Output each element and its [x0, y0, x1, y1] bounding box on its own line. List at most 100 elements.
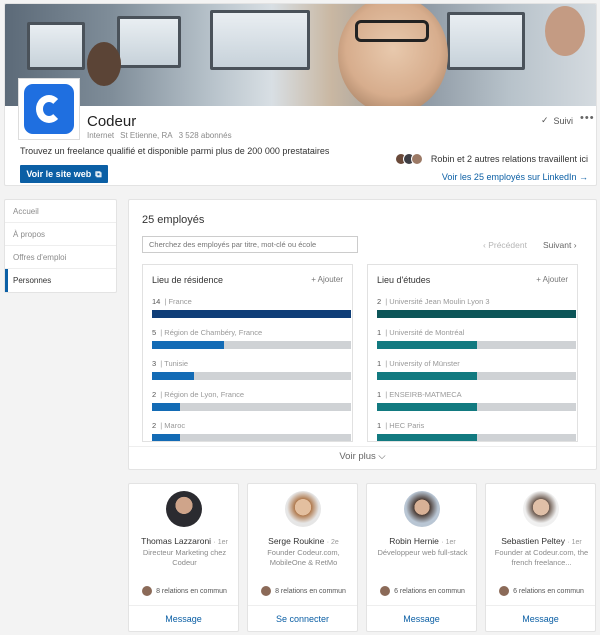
codeur-logo-icon — [24, 84, 74, 134]
studies-bar-track — [377, 434, 576, 441]
residence-row-label: 2 | Région de Lyon, France — [152, 390, 351, 403]
nav-item-home[interactable]: Accueil — [5, 200, 116, 223]
residence-row[interactable]: 3 | Tunisie — [152, 359, 351, 390]
residence-row-name: Tunisie — [164, 359, 189, 368]
nav-item-jobs[interactable]: Offres d'emploi — [5, 246, 116, 269]
person-name: Robin Hernie — [389, 536, 439, 546]
studies-bar-fill — [377, 434, 477, 441]
company-header-card: Codeur Internet St Etienne, RA 3 528 abonn… — [4, 3, 597, 186]
residence-bar-track — [152, 372, 351, 380]
person-name: Thomas Lazzaroni — [141, 536, 212, 546]
residence-add-button[interactable]: + Ajouter — [311, 275, 343, 284]
common-avatar — [142, 586, 153, 596]
previous-button[interactable]: ‹ Précédent — [483, 240, 527, 250]
cover-monitor — [27, 22, 85, 70]
employees-link[interactable]: Voir les 25 employés sur LinkedIn → — [442, 172, 588, 182]
residence-bar-fill — [152, 372, 194, 380]
studies-row-label: 1 | Université de Montréal — [377, 328, 576, 341]
residence-row[interactable]: 2 | Maroc — [152, 421, 351, 441]
residence-bar-fill — [152, 310, 351, 318]
studies-row-count: 1 — [377, 328, 382, 337]
person-card[interactable]: Robin Hernie · 1er Développeur web full-… — [366, 483, 477, 632]
studies-row[interactable]: 1 | University of Münster — [377, 359, 576, 390]
message-button[interactable]: Message — [486, 605, 595, 631]
connection-degree: · 2e — [326, 539, 339, 546]
cover-image — [5, 4, 596, 106]
residence-stats: Lieu de résidence + Ajouter 14 | France 5… — [142, 264, 353, 442]
common-avatar — [499, 586, 510, 596]
common-connections-text: 6 relations en commun — [394, 587, 465, 595]
studies-row-name: Université Jean Moulin Lyon 3 — [389, 297, 490, 306]
nav-item-about[interactable]: À propos — [5, 223, 116, 246]
residence-row-label: 5 | Région de Chambéry, France — [152, 328, 351, 341]
company-tagline: Trouvez un freelance qualifié et disponi… — [20, 146, 330, 156]
cover-person — [87, 42, 121, 86]
residence-row-label: 14 | France — [152, 297, 351, 310]
relations-info[interactable]: Robin et 2 autres relations travaillent … — [394, 153, 588, 165]
studies-row[interactable]: 1 | ENSEIRB-MATMECA — [377, 390, 576, 421]
connect-button[interactable]: Se connecter — [248, 605, 357, 631]
avatar — [523, 491, 559, 527]
studies-bar-fill — [377, 341, 477, 349]
studies-row-count: 1 — [377, 359, 382, 368]
message-button[interactable]: Message — [129, 605, 238, 631]
company-followers: 3 528 abonnés — [178, 131, 232, 140]
residence-row[interactable]: 5 | Région de Chambéry, France — [152, 328, 351, 359]
common-connections-text: 8 relations en commun — [156, 587, 227, 595]
studies-row-name: University of Münster — [389, 359, 460, 368]
next-button[interactable]: Suivant › — [543, 240, 577, 250]
avatar — [404, 491, 440, 527]
studies-row-label: 1 | HEC Paris — [377, 421, 576, 434]
person-name-line: Serge Roukine · 2e — [248, 536, 359, 546]
nav-item-people[interactable]: Personnes — [5, 269, 116, 292]
more-options-icon[interactable]: ••• — [580, 112, 595, 124]
relation-avatar — [410, 153, 423, 165]
person-card[interactable]: Thomas Lazzaroni · 1er Directeur Marketi… — [128, 483, 239, 632]
residence-row[interactable]: 14 | France — [152, 297, 351, 328]
residence-bar-fill — [152, 403, 180, 411]
common-connections: 8 relations en commun — [248, 586, 359, 596]
common-connections-text: 8 relations en commun — [275, 587, 346, 595]
person-headline: Développeur web full-stack — [377, 548, 468, 557]
studies-bar-fill — [377, 372, 477, 380]
cover-person — [545, 6, 585, 56]
studies-add-button[interactable]: + Ajouter — [536, 275, 568, 284]
person-card[interactable]: Serge Roukine · 2e Founder Codeur.com, M… — [247, 483, 358, 632]
person-name-line: Thomas Lazzaroni · 1er — [129, 536, 240, 546]
common-connections: 6 relations en commun — [486, 586, 597, 596]
residence-row-label: 2 | Maroc — [152, 421, 351, 434]
external-link-icon: ⧉ — [95, 168, 102, 179]
person-card[interactable]: Sebastien Peltey · 1er Founder at Codeur… — [485, 483, 596, 632]
residence-row-count: 14 — [152, 297, 161, 306]
residence-row-count: 5 — [152, 328, 157, 337]
studies-title: Lieu d'études — [377, 275, 431, 285]
studies-row[interactable]: 1 | HEC Paris — [377, 421, 576, 441]
studies-row-label: 1 | ENSEIRB-MATMECA — [377, 390, 576, 403]
residence-bar-track — [152, 310, 351, 318]
studies-rows: 2 | Université Jean Moulin Lyon 3 1 | Uni… — [377, 297, 576, 441]
check-icon: ✓ — [541, 115, 549, 125]
residence-row[interactable]: 2 | Région de Lyon, France — [152, 390, 351, 421]
studies-row-name: Université de Montréal — [389, 328, 465, 337]
company-industry: Internet — [87, 131, 115, 140]
follow-button[interactable]: ✓ Suivi — [541, 115, 573, 126]
residence-row-name: France — [168, 297, 192, 306]
person-headline: Founder at Codeur.com, the french freela… — [494, 548, 589, 567]
studies-row-count: 2 — [377, 297, 382, 306]
employee-search-input[interactable] — [142, 236, 358, 253]
residence-row-count: 2 — [152, 421, 157, 430]
see-more-button[interactable]: Voir plus ⌵ — [129, 446, 596, 469]
relations-text: Robin et 2 autres relations travaillent … — [430, 154, 588, 164]
page-nav: Accueil À propos Offres d'emploi Personn… — [4, 199, 117, 293]
cover-monitor — [447, 12, 525, 70]
residence-bar-fill — [152, 434, 180, 441]
studies-row[interactable]: 2 | Université Jean Moulin Lyon 3 — [377, 297, 576, 328]
website-button[interactable]: Voir le site web ⧉ — [20, 165, 108, 183]
studies-row[interactable]: 1 | Université de Montréal — [377, 328, 576, 359]
follow-label: Suivi — [553, 115, 574, 126]
message-button[interactable]: Message — [367, 605, 476, 631]
company-name: Codeur — [87, 113, 137, 130]
residence-title: Lieu de résidence — [152, 275, 224, 285]
avatar — [166, 491, 202, 527]
connection-degree: · 1er — [213, 539, 228, 546]
